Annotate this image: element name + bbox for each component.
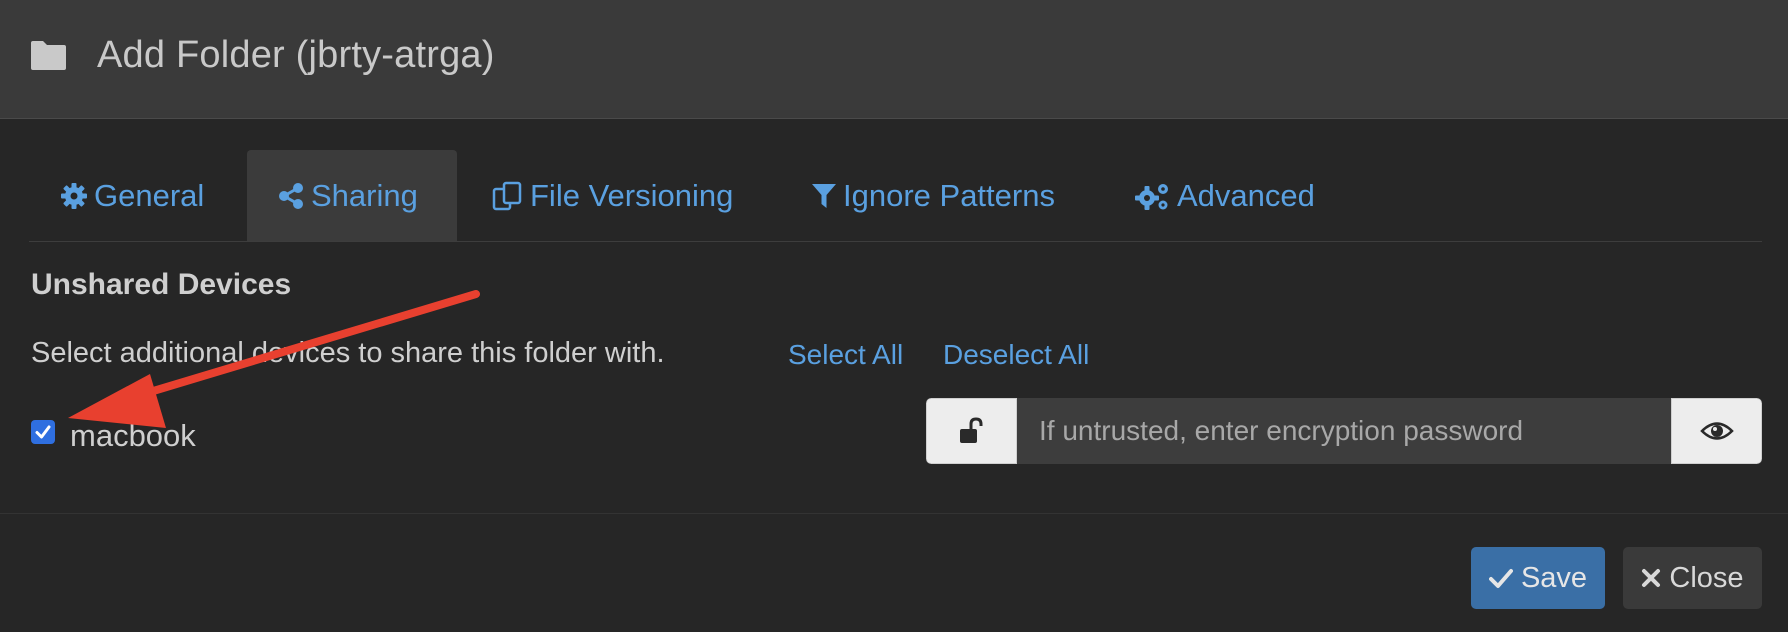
save-button-label: Save — [1520, 561, 1588, 594]
share-help-text: Select additional devices to share this … — [31, 337, 665, 369]
tab-ignore-patterns[interactable]: Ignore Patterns — [811, 150, 1055, 241]
encryption-password-group — [926, 398, 1762, 464]
check-icon — [1488, 569, 1513, 588]
unshared-devices-heading: Unshared Devices — [31, 268, 292, 301]
eye-icon — [1699, 422, 1734, 440]
folder-icon — [31, 41, 66, 70]
tab-general-label: General — [94, 177, 205, 213]
share-icon — [279, 182, 303, 209]
copy-icon — [492, 181, 522, 210]
dialog-header: Add Folder (jbrty-atrga) — [0, 0, 1788, 119]
tab-advanced-label: Advanced — [1177, 177, 1315, 213]
tab-sharing-label: Sharing — [311, 177, 418, 213]
unlock-icon — [959, 417, 982, 443]
cogs-icon — [1135, 183, 1168, 210]
tab-general[interactable]: General — [60, 150, 204, 241]
tab-file-versioning[interactable]: File Versioning — [492, 150, 733, 241]
checkmark-icon — [35, 425, 51, 439]
close-icon — [1642, 569, 1661, 587]
tab-sharing[interactable]: Sharing — [247, 150, 457, 241]
tab-bar: General Sharing File Versioning Ignore P… — [29, 150, 1762, 242]
dialog-title: Add Folder (jbrty-atrga) — [97, 34, 495, 76]
encryption-password-input[interactable] — [1017, 398, 1671, 464]
deselect-all-link[interactable]: Deselect All — [943, 339, 1089, 371]
tab-advanced[interactable]: Advanced — [1135, 150, 1315, 241]
device-name: macbook — [70, 418, 196, 453]
close-button[interactable]: Close — [1623, 547, 1762, 609]
dialog-footer: Save Close — [0, 513, 1788, 632]
lock-toggle-button[interactable] — [926, 398, 1017, 464]
device-checkbox[interactable] — [31, 420, 55, 444]
gear-icon — [61, 182, 87, 209]
tab-file-versioning-label: File Versioning — [530, 177, 734, 213]
tab-ignore-patterns-label: Ignore Patterns — [843, 177, 1055, 213]
select-all-link[interactable]: Select All — [788, 339, 903, 371]
show-password-button[interactable] — [1671, 398, 1762, 464]
add-folder-dialog: Add Folder (jbrty-atrga) General Sharing… — [0, 0, 1788, 632]
filter-icon — [812, 183, 836, 208]
save-button[interactable]: Save — [1471, 547, 1605, 609]
close-button-label: Close — [1669, 561, 1744, 594]
